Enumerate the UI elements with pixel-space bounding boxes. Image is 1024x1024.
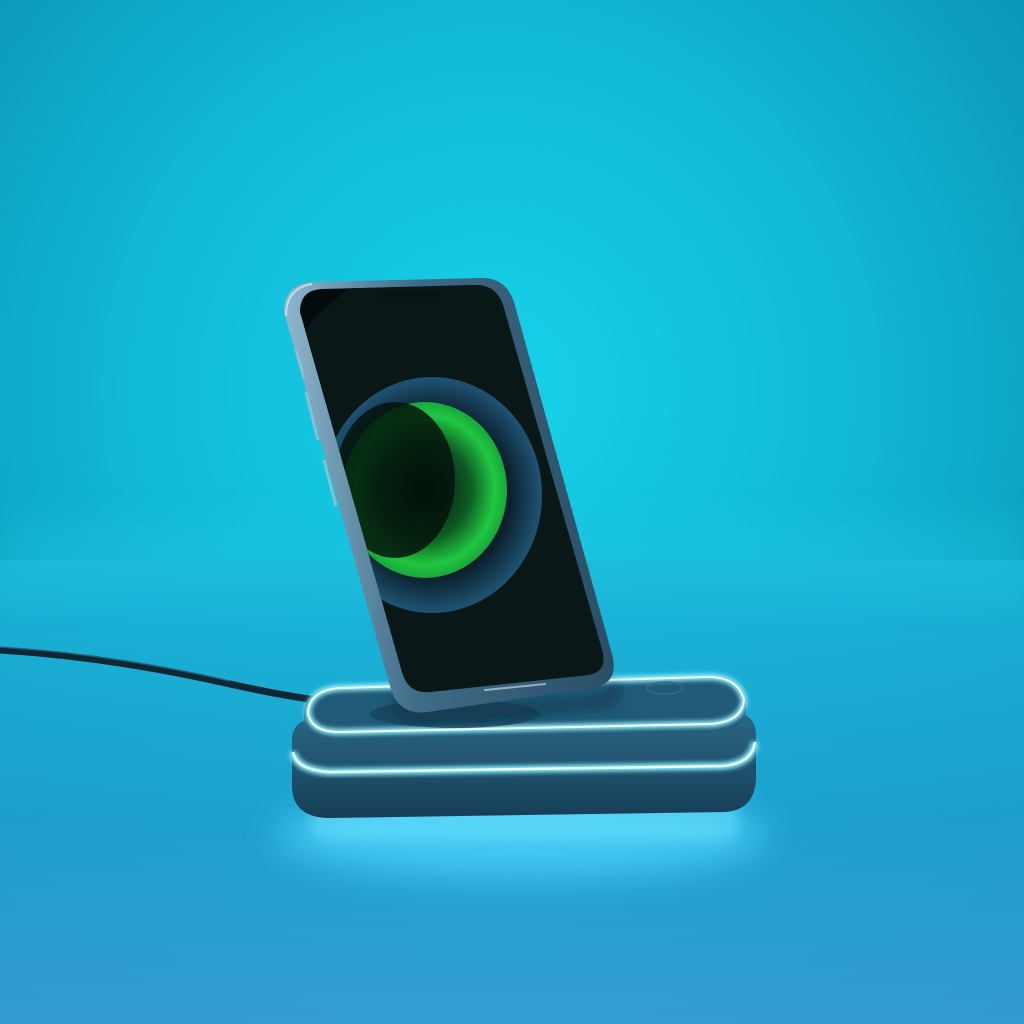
photo-scene — [0, 0, 1024, 1024]
phone-camera-notch — [380, 292, 440, 298]
scene-svg — [0, 0, 1024, 1024]
